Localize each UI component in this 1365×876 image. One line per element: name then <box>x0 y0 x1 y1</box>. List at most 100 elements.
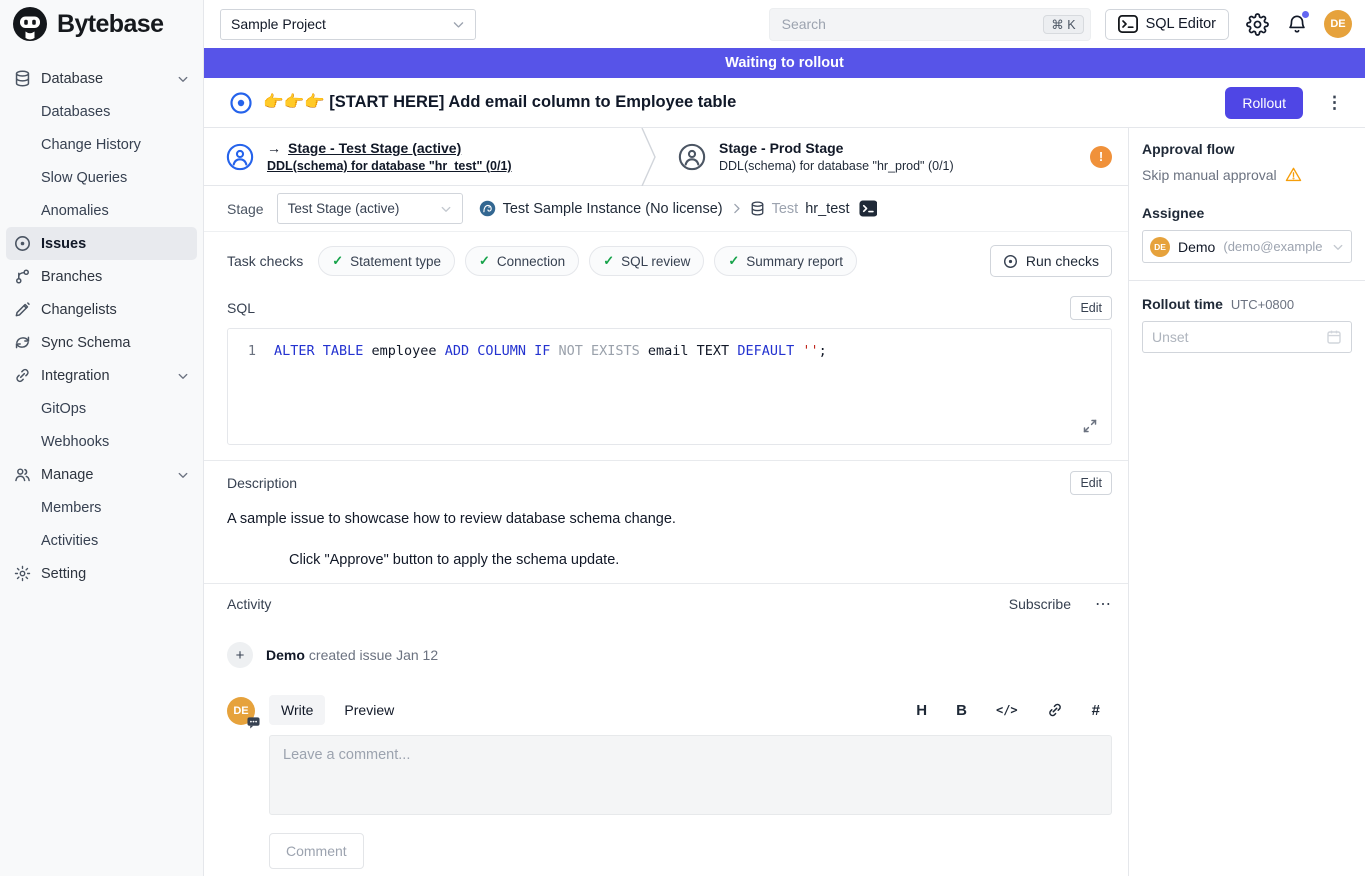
topbar: Sample Project Search ⌘ K SQL Editor DE <box>204 0 1365 48</box>
format-bold-icon[interactable]: B <box>956 702 967 719</box>
sql-editor-button[interactable]: SQL Editor <box>1105 9 1229 40</box>
sidebar-item-databases[interactable]: Databases <box>6 95 197 128</box>
stage-label: Stage <box>227 201 264 217</box>
database-icon <box>14 70 31 87</box>
activity-entry: + Democreated issue Jan 12 <box>227 642 1112 668</box>
sidebar-item-gitops[interactable]: GitOps <box>6 392 197 425</box>
stage-subtitle: DDL(schema) for database "hr_prod" (0/1) <box>719 159 954 173</box>
sidebar-item-webhooks[interactable]: Webhooks <box>6 425 197 458</box>
brand-logo[interactable]: Bytebase <box>0 0 203 48</box>
tab-write[interactable]: Write <box>269 695 325 725</box>
sidebar-item-label: Branches <box>41 269 102 285</box>
run-checks-button[interactable]: Run checks <box>990 245 1112 277</box>
issue-header: 👉👉👉 [START HERE] Add email column to Emp… <box>204 78 1365 128</box>
description-section: Description Edit A sample issue to showc… <box>204 461 1128 568</box>
sidebar-item-slow-queries[interactable]: Slow Queries <box>6 161 197 194</box>
stage-card-prod[interactable]: Stage - Prod Stage DDL(schema) for datab… <box>656 128 1128 185</box>
search-input[interactable]: Search ⌘ K <box>769 8 1091 41</box>
chevron-right-icon <box>730 202 743 215</box>
task-checks-label: Task checks <box>227 253 303 269</box>
sidebar-nav: Database DatabasesChange HistorySlow Quer… <box>0 48 203 590</box>
description-edit-button[interactable]: Edit <box>1070 471 1112 495</box>
calendar-icon <box>1326 329 1342 345</box>
sidebar-item-integration[interactable]: Integration <box>6 359 197 392</box>
assignee-name: Demo <box>1178 239 1215 255</box>
open-sql-editor-icon[interactable] <box>859 200 878 217</box>
warning-triangle-icon <box>1285 166 1302 183</box>
sidebar-item-label: Anomalies <box>41 203 109 219</box>
main-column: →Stage - Test Stage (active) DDL(schema)… <box>204 128 1128 876</box>
sidebar-item-activities[interactable]: Activities <box>6 524 197 557</box>
stage-subtitle: DDL(schema) for database "hr_test" (0/1) <box>267 159 512 173</box>
database-name[interactable]: hr_test <box>805 201 849 217</box>
search-shortcut-badge: ⌘ K <box>1043 15 1083 34</box>
check-icon: ✓ <box>603 253 614 269</box>
content: →Stage - Test Stage (active) DDL(schema)… <box>204 128 1365 876</box>
user-avatar[interactable]: DE <box>1324 10 1352 38</box>
sql-section: SQL Edit 1 ALTER TABLE employee ADD COLU… <box>204 286 1128 445</box>
status-banner-text: Waiting to rollout <box>725 55 844 71</box>
comment-submit-button[interactable]: Comment <box>269 833 364 869</box>
format-hashtag-icon[interactable]: # <box>1092 702 1100 719</box>
format-heading-icon[interactable]: H <box>916 702 927 719</box>
task-check-pill-summary-report[interactable]: ✓Summary report <box>714 246 857 276</box>
sql-token: ALTER TABLE <box>274 343 363 359</box>
task-check-pill-statement-type[interactable]: ✓Statement type <box>318 246 455 276</box>
kebab-menu-icon[interactable]: ⋮ <box>1318 93 1351 113</box>
stage-warning-badge: ! <box>1090 146 1112 168</box>
tab-preview[interactable]: Preview <box>332 695 406 725</box>
sidebar-item-changelists[interactable]: Changelists <box>6 293 197 326</box>
run-checks-icon <box>1003 254 1018 269</box>
timezone-label: UTC+0800 <box>1231 297 1294 312</box>
settings-gear-icon[interactable] <box>1246 13 1269 36</box>
stage-card-test[interactable]: →Stage - Test Stage (active) DDL(schema)… <box>204 128 641 185</box>
line-number: 1 <box>228 341 256 361</box>
sidebar-item-manage[interactable]: Manage <box>6 458 197 491</box>
sidebar-item-issues[interactable]: Issues <box>6 227 197 260</box>
activity-actor: Demo <box>266 647 305 663</box>
database-icon <box>750 201 765 216</box>
sidebar-item-members[interactable]: Members <box>6 491 197 524</box>
chevron-down-icon <box>177 370 189 382</box>
description-line: A sample issue to showcase how to review… <box>227 511 1112 527</box>
assignee-select[interactable]: DE Demo (demo@example <box>1142 230 1352 263</box>
task-check-pill-sql-review[interactable]: ✓ SQL review <box>589 246 704 276</box>
chevron-down-icon <box>452 18 465 31</box>
sidebar-item-label: Database <box>41 71 103 87</box>
person-circle-icon <box>226 143 254 171</box>
more-menu-icon[interactable]: ⋯ <box>1095 594 1112 614</box>
instance-name[interactable]: Test Sample Instance (No license) <box>503 201 723 217</box>
notifications-bell-icon[interactable] <box>1286 13 1308 35</box>
rollout-button[interactable]: Rollout <box>1225 87 1303 119</box>
expand-icon[interactable] <box>1082 418 1098 434</box>
sidebar-item-label: Activities <box>41 533 98 549</box>
sidebar-item-sync-schema[interactable]: Sync Schema <box>6 326 197 359</box>
sidebar-item-setting[interactable]: Setting <box>6 557 197 590</box>
rollout-time-input[interactable]: Unset <box>1142 321 1352 353</box>
assignee-avatar: DE <box>1150 237 1170 257</box>
sidebar-item-change-history[interactable]: Change History <box>6 128 197 161</box>
sql-edit-button[interactable]: Edit <box>1070 296 1112 320</box>
task-check-label: SQL review <box>621 254 690 269</box>
task-check-pill-connection[interactable]: ✓Connection <box>465 246 579 276</box>
project-select-value: Sample Project <box>231 16 326 32</box>
sql-token: '' <box>802 343 818 359</box>
sidebar-item-label: Manage <box>41 467 93 483</box>
assignee-label: Assignee <box>1142 205 1352 221</box>
subscribe-link[interactable]: Subscribe <box>1009 596 1071 612</box>
stage-title: Stage - Prod Stage <box>719 140 954 156</box>
project-select[interactable]: Sample Project <box>220 9 476 40</box>
comment-input[interactable] <box>269 735 1112 815</box>
sidebar-item-database[interactable]: Database <box>6 62 197 95</box>
sql-code-block[interactable]: 1 ALTER TABLE employee ADD COLUMN IF NOT… <box>227 328 1112 445</box>
format-code-icon[interactable]: </> <box>996 703 1018 717</box>
sql-token: ADD COLUMN IF <box>445 343 551 359</box>
stage-strip: →Stage - Test Stage (active) DDL(schema)… <box>204 128 1128 186</box>
format-link-icon[interactable] <box>1047 702 1063 718</box>
stage-select[interactable]: Test Stage (active) <box>277 193 463 224</box>
sidebar-item-anomalies[interactable]: Anomalies <box>6 194 197 227</box>
sidebar-item-label: GitOps <box>41 401 86 417</box>
sidebar-item-branches[interactable]: Branches <box>6 260 197 293</box>
task-check-label: Connection <box>497 254 565 269</box>
stage-title: →Stage - Test Stage (active) <box>267 140 512 156</box>
